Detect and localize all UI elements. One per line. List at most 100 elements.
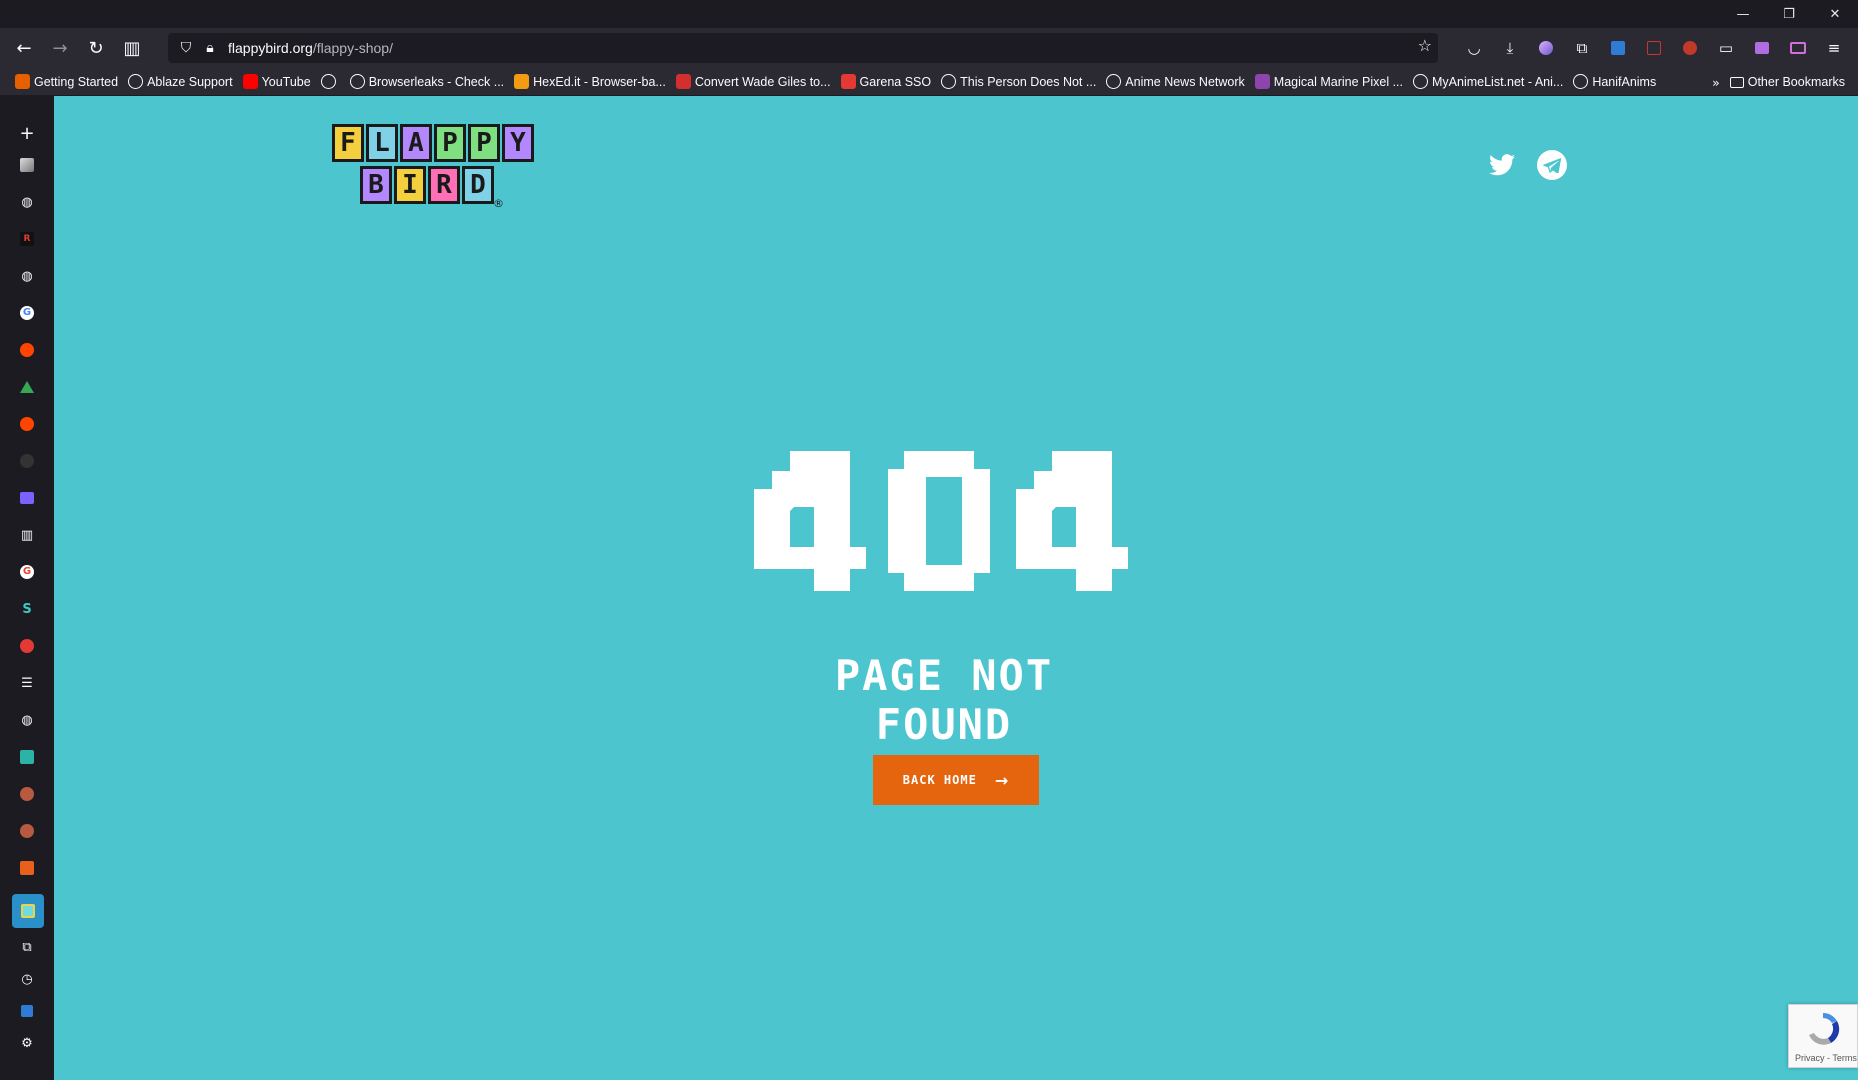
back-home-button[interactable]: BACK HOME → xyxy=(873,755,1039,805)
bookmark-item[interactable]: HexEd.it - Browser-ba... xyxy=(509,70,671,94)
google-panel-icon-2[interactable]: G xyxy=(16,561,38,583)
url-text[interactable]: flappybird.org/flappy-shop/ xyxy=(228,40,393,56)
s-panel-icon[interactable]: S xyxy=(16,598,38,620)
title-bar: — ❐ ✕ xyxy=(0,0,1858,28)
reddit-panel-icon[interactable] xyxy=(16,339,38,361)
url-path: /flappy-shop/ xyxy=(312,40,393,56)
sidebar-toggle-icon[interactable]: ▥ xyxy=(114,32,150,64)
garena-icon xyxy=(840,74,856,89)
url-domain: flappybird.org xyxy=(228,40,313,56)
globe-icon xyxy=(941,74,957,89)
drive-panel-icon[interactable] xyxy=(16,376,38,398)
database-panel-icon[interactable]: ☰ xyxy=(16,672,38,694)
recaptcha-icon xyxy=(1809,1012,1840,1045)
lock-icon[interactable]: 🔒︎ xyxy=(198,36,222,60)
mail-panel-icon[interactable] xyxy=(16,487,38,509)
bookmarks-overflow-icon[interactable]: » xyxy=(1707,70,1725,94)
translate-extension-icon[interactable] xyxy=(1600,32,1636,64)
archive-panel-icon[interactable]: ▥ xyxy=(16,524,38,546)
bookmark-item[interactable]: Anime News Network xyxy=(1101,70,1249,94)
registered-mark: ® xyxy=(493,197,504,210)
bookmark-star-icon[interactable]: ☆ xyxy=(1418,36,1432,55)
pocket-icon[interactable]: ◡ xyxy=(1456,32,1492,64)
bookmark-label: Magical Marine Pixel ... xyxy=(1273,74,1403,89)
globe-icon xyxy=(320,74,336,89)
extensions-icon[interactable]: ⧉ xyxy=(1564,32,1600,64)
google-panel-icon[interactable]: G xyxy=(16,302,38,324)
tracking-shield-icon[interactable]: ⛉ xyxy=(174,36,198,60)
bookmark-label: This Person Does Not ... xyxy=(960,74,1097,89)
reddit-panel-icon-2[interactable] xyxy=(16,413,38,435)
bookmarks-right: » Other Bookmarks xyxy=(1707,70,1850,94)
restore-button[interactable]: ❐ xyxy=(1766,0,1812,28)
bookmark-item[interactable]: YouTube xyxy=(238,70,316,94)
bookmark-item[interactable]: MyAnimeList.net - Ani... xyxy=(1408,70,1568,94)
recaptcha-badge[interactable]: Privacy - Terms xyxy=(1788,1004,1858,1068)
bird-panel-icon[interactable] xyxy=(16,783,38,805)
folder-extension-icon[interactable] xyxy=(1780,32,1816,64)
telegram-icon[interactable] xyxy=(1537,150,1567,180)
minimize-button[interactable]: — xyxy=(1720,0,1766,28)
orange-panel-icon[interactable] xyxy=(16,857,38,879)
new-panel-plus-icon[interactable]: + xyxy=(16,122,38,144)
bookmark-item[interactable]: Convert Wade Giles to... xyxy=(671,70,836,94)
firefox-icon xyxy=(15,74,30,89)
hexed-icon xyxy=(514,74,530,89)
r-panel-icon[interactable]: R xyxy=(16,228,38,250)
settings-gear-icon[interactable]: ⚙ xyxy=(16,1032,38,1054)
error-code-graphic xyxy=(754,451,1128,591)
close-button[interactable]: ✕ xyxy=(1812,0,1858,28)
recaptcha-terms[interactable]: Privacy - Terms xyxy=(1795,1053,1857,1063)
bookmark-item[interactable]: Ablaze Support xyxy=(123,70,237,94)
teal-panel-icon[interactable] xyxy=(16,746,38,768)
image-panel-icon[interactable] xyxy=(16,154,38,176)
app-menu-icon[interactable]: ≡ xyxy=(1816,32,1852,64)
logo-letter: L xyxy=(366,124,398,162)
bookmark-item[interactable]: Getting Started xyxy=(10,70,123,94)
other-bookmarks-label: Other Bookmarks xyxy=(1747,75,1845,89)
youtube-icon xyxy=(242,74,258,89)
navigation-toolbar: ← → ↻ ▥ ⛉ 🔒︎ flappybird.org/flappy-shop/… xyxy=(0,28,1858,68)
logo-letter: F xyxy=(332,124,364,162)
tabs-panel-icon[interactable]: ⧉ xyxy=(16,936,38,958)
bookmark-label: Garena SSO xyxy=(859,74,932,89)
page-title: PAGE NOT FOUND xyxy=(834,651,1054,749)
logo-letter: B xyxy=(360,166,392,204)
back-icon[interactable]: ← xyxy=(6,32,42,64)
logo-letter: Y xyxy=(502,124,534,162)
color-picker-extension-icon[interactable] xyxy=(1636,32,1672,64)
globe-panel-icon-2[interactable]: ◍ xyxy=(16,265,38,287)
flappy-bird-logo[interactable]: FLAPPY BIRD ® xyxy=(332,124,534,210)
multi-account-icon[interactable] xyxy=(1744,32,1780,64)
active-tab-panel-icon[interactable] xyxy=(12,894,44,928)
globe-panel-icon-3[interactable]: ◍ xyxy=(16,709,38,731)
bookmark-item[interactable]: Browserleaks - Check ... xyxy=(345,70,509,94)
container-icon[interactable]: ▭ xyxy=(1708,32,1744,64)
forward-icon[interactable]: → xyxy=(42,32,78,64)
globe-icon xyxy=(349,74,365,89)
globe-icon xyxy=(1413,74,1428,89)
bookmark-item[interactable]: Magical Marine Pixel ... xyxy=(1250,70,1408,94)
blocker-extension-icon[interactable] xyxy=(1672,32,1708,64)
twitter-icon[interactable] xyxy=(1487,150,1517,180)
dark-panel-icon[interactable] xyxy=(16,450,38,472)
globe-icon xyxy=(1573,74,1589,89)
url-bar[interactable]: ⛉ 🔒︎ flappybird.org/flappy-shop/ ☆ xyxy=(168,33,1438,63)
downloads-icon[interactable]: ⤓ xyxy=(1492,32,1528,64)
bookmark-label: Browserleaks - Check ... xyxy=(368,74,505,89)
toolbar-right: ◡ ⤓ ⧉ ▭ ≡ xyxy=(1456,32,1852,64)
extension-badge-icon[interactable] xyxy=(16,1000,38,1022)
globe-panel-icon[interactable]: ◍ xyxy=(16,191,38,213)
bookmark-item[interactable] xyxy=(316,70,345,94)
bookmark-label: Anime News Network xyxy=(1125,74,1245,89)
other-bookmarks[interactable]: Other Bookmarks xyxy=(1725,70,1850,94)
bookmark-item[interactable]: Garena SSO xyxy=(836,70,937,94)
logo-letter: P xyxy=(434,124,466,162)
red-panel-icon[interactable] xyxy=(16,635,38,657)
bookmark-item[interactable]: HanifAnims xyxy=(1568,70,1661,94)
profile-extension-icon[interactable] xyxy=(1528,32,1564,64)
reload-icon[interactable]: ↻ xyxy=(78,32,114,64)
history-icon[interactable]: ◷ xyxy=(16,968,38,990)
bird-panel-icon-2[interactable] xyxy=(16,820,38,842)
bookmark-item[interactable]: This Person Does Not ... xyxy=(936,70,1101,94)
